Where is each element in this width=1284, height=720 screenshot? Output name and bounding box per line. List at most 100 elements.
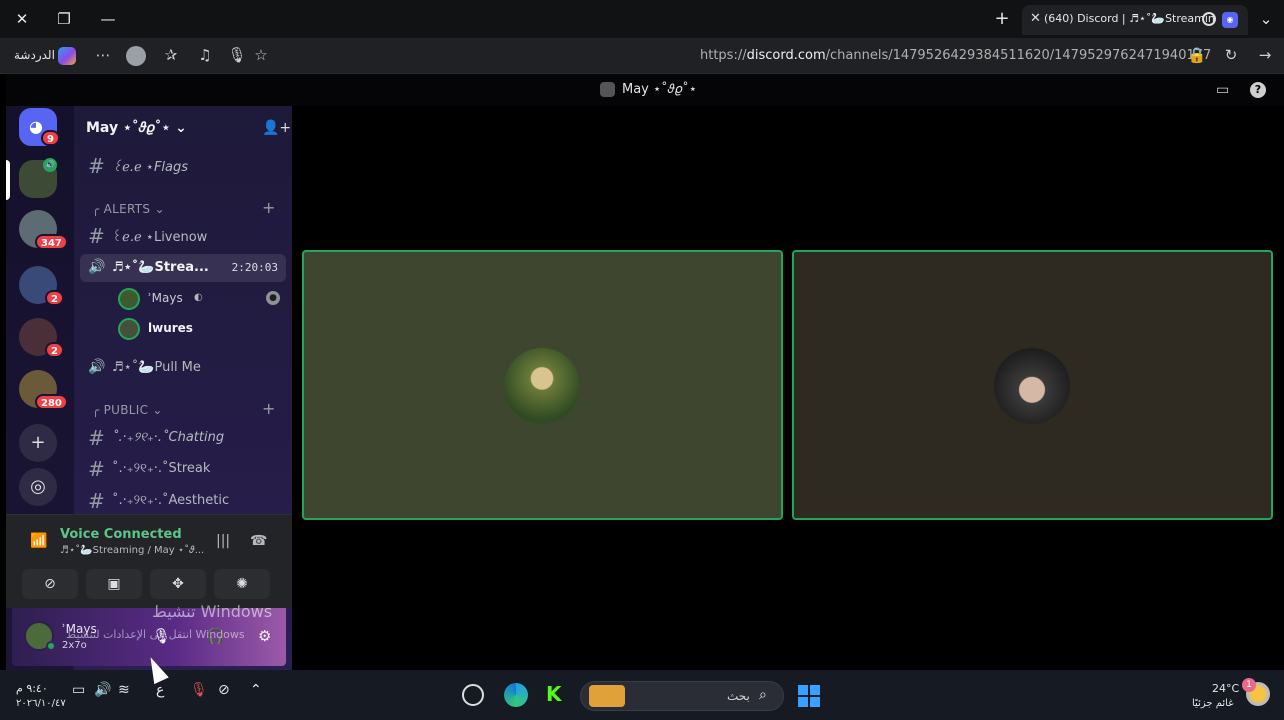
settings-gear-icon[interactable]: ⚙ xyxy=(258,627,271,645)
voice-user[interactable]: ʾMays ◐ ● xyxy=(118,286,286,312)
voice-connected-subtitle[interactable]: ♬⋆˚🦢Streaming / May ⋆˚𝜗... xyxy=(60,545,204,556)
clock-time[interactable]: ٩:٤٠ م xyxy=(16,682,48,695)
hash-icon: # xyxy=(88,457,105,481)
voice-channel-pull-me[interactable]: 🔊 ♬⋆˚🦢Pull Me xyxy=(80,354,286,382)
windows-start-icon[interactable] xyxy=(798,685,820,707)
server-may[interactable]: 🔊 xyxy=(19,158,57,198)
inbox-icon[interactable]: ▭ xyxy=(1216,82,1229,98)
server-name-header[interactable]: May ⋆˚𝜗𝜚˚⋆ ⌄ xyxy=(86,120,187,136)
hash-icon: # xyxy=(88,426,105,450)
copilot-icon[interactable] xyxy=(58,47,76,65)
url-field[interactable]: https://discord.com/channels/14795264293… xyxy=(700,48,1211,63)
camera-off-button[interactable]: ⊘ xyxy=(22,569,78,599)
server-avatar-icon xyxy=(600,82,615,97)
channel-name: ꒰ℯ.ℯ ⋆Flags xyxy=(112,160,189,175)
channel-aesthetic[interactable]: # ˚.‧₊୨୧₊‧.˚Aesthetic xyxy=(80,487,286,515)
screen-share-icon: ▣ xyxy=(107,576,121,592)
discord-app: May ⋆˚𝜗𝜚˚⋆ ▭ ? ◕ 9 🔊 347 2 2 280 + ◎ May… xyxy=(6,74,1284,670)
obs-icon[interactable] xyxy=(462,684,484,706)
reload-icon[interactable]: ↻ xyxy=(1220,46,1242,64)
video-tile-mays[interactable] xyxy=(302,250,783,520)
disconnect-icon[interactable]: ☎ xyxy=(250,533,267,549)
more-icon[interactable]: ⋯ xyxy=(92,46,114,64)
server-badge: 2 xyxy=(45,342,64,358)
avatar xyxy=(118,318,140,340)
channel-streak[interactable]: # ˚.‧₊୨୧₊‧.˚Streak xyxy=(80,455,286,483)
server-folder-3[interactable]: 2 xyxy=(19,318,64,358)
windows-activation-hint: انتقل إلى الإعدادات لتنشيط Windows xyxy=(66,628,245,641)
chat-label[interactable]: الدردشة xyxy=(14,48,55,62)
voice-user[interactable]: lwures xyxy=(118,316,286,342)
tab-close-icon[interactable]: ✕ xyxy=(1030,11,1041,26)
clock-date[interactable]: ٢٠٢٦/١٠/٤٧ xyxy=(16,698,66,709)
add-channel-icon[interactable]: + xyxy=(262,399,275,418)
browser-tab[interactable]: ✕ (640) Discord | ♬⋆˚🦢Streaming ◉ xyxy=(1022,5,1248,35)
avatar-icon[interactable] xyxy=(126,46,146,66)
voice-connected-title[interactable]: Voice Connected xyxy=(60,527,182,542)
camera-off-icon[interactable]: ⊘ xyxy=(218,682,230,698)
forward-icon[interactable]: → xyxy=(1254,46,1276,64)
tab-title: (640) Discord | ♬⋆˚🦢Streaming xyxy=(1044,12,1214,25)
hash-icon: # xyxy=(88,489,105,513)
noise-suppression-icon[interactable]: ||| xyxy=(216,533,230,549)
channel-name: ˚.‧₊୨୧₊‧.˚Chatting xyxy=(112,430,225,445)
weather-condition[interactable]: غائم جزئيًا xyxy=(1192,698,1233,709)
category-alerts[interactable]: ╭ ALERTS ⌄ xyxy=(92,202,165,216)
windows-activation-watermark: تنشيط Windows xyxy=(152,602,273,621)
camera-off-icon: ⊘ xyxy=(44,576,56,592)
minimize-icon[interactable]: — xyxy=(96,8,120,30)
close-icon[interactable]: ✕ xyxy=(10,8,34,30)
video-tile-lwures[interactable] xyxy=(792,250,1273,520)
server-folder-1[interactable]: 347 xyxy=(19,210,68,250)
screen-share-button[interactable]: ▣ xyxy=(86,569,142,599)
read-aloud-icon[interactable]: ♫ xyxy=(194,46,216,64)
invite-icon[interactable]: 👤+ xyxy=(262,120,291,136)
soundboard-button[interactable]: ✺ xyxy=(214,569,270,599)
hash-icon: # xyxy=(88,224,105,248)
category-public[interactable]: ╭ PUBLIC ⌄ xyxy=(92,403,163,417)
battery-icon[interactable]: ▭ xyxy=(72,682,85,698)
mic-icon[interactable]: 🎙 xyxy=(226,46,248,64)
channel-name: ꒰ℯ.ℯ ⋆Livenow xyxy=(112,230,208,245)
signal-icon[interactable]: 📶 xyxy=(30,533,47,549)
avatar xyxy=(504,348,580,424)
streaming-icon: ◐ xyxy=(194,292,203,303)
channel-chatting[interactable]: # ˚.‧₊୨୧₊‧.˚Chatting xyxy=(80,424,286,452)
channel-livenow[interactable]: # ꒰ℯ.ℯ ⋆Livenow xyxy=(80,222,286,250)
edge-icon[interactable] xyxy=(504,683,528,707)
server-badge: 280 xyxy=(35,394,68,410)
add-server-icon[interactable]: + xyxy=(19,424,57,462)
voice-user-name: lwures xyxy=(148,321,193,335)
home-dm-button[interactable]: ◕ 9 xyxy=(19,108,60,146)
hash-icon: # xyxy=(88,154,105,178)
windows-taskbar: ٩:٤٠ م ٢٠٢٦/١٠/٤٧ ▭ 🔊 ≋ ع 🎙 ⊘ ⌃ K بحث ⌕ … xyxy=(0,670,1284,720)
window-title: May ⋆˚𝜗𝜚˚⋆ xyxy=(622,82,697,97)
server-folder-4[interactable]: 280 xyxy=(19,370,68,410)
help-icon[interactable]: ? xyxy=(1250,82,1266,98)
weather-temp[interactable]: 24°C xyxy=(1212,682,1239,695)
language-indicator[interactable]: ع xyxy=(156,682,164,698)
server-folder-2[interactable]: 2 xyxy=(19,266,64,306)
online-status-icon xyxy=(46,641,56,651)
kick-icon[interactable]: K xyxy=(546,682,562,706)
tab-list-icon[interactable]: ⌄ xyxy=(1254,8,1278,30)
compass-icon[interactable]: ◎ xyxy=(19,468,57,506)
favorites-icon[interactable]: ✰ xyxy=(160,46,182,64)
channel-flags[interactable]: # ꒰ℯ.ℯ ⋆Flags xyxy=(80,152,286,180)
avatar xyxy=(118,288,140,310)
server-badge: 347 xyxy=(35,234,68,250)
lock-icon[interactable]: 🔒 xyxy=(1186,46,1208,64)
record-icon[interactable] xyxy=(1202,12,1216,26)
new-tab-icon[interactable]: + xyxy=(990,8,1014,30)
restore-icon[interactable]: ❐ xyxy=(52,8,76,30)
add-channel-icon[interactable]: + xyxy=(262,198,275,217)
voice-channel-streaming[interactable]: 🔊 ♬⋆˚🦢Strea... 2:20:03 xyxy=(80,254,286,282)
star-icon[interactable]: ☆ xyxy=(250,46,272,64)
avatar xyxy=(994,348,1070,424)
taskbar-search[interactable]: بحث ⌕ xyxy=(580,681,784,711)
chevron-up-icon[interactable]: ⌃ xyxy=(250,682,262,698)
mic-active-icon[interactable]: 🎙 xyxy=(190,682,208,698)
volume-icon[interactable]: 🔊 xyxy=(94,682,111,698)
wifi-icon[interactable]: ≋ xyxy=(118,682,130,698)
activities-button[interactable]: ✥ xyxy=(150,569,206,599)
